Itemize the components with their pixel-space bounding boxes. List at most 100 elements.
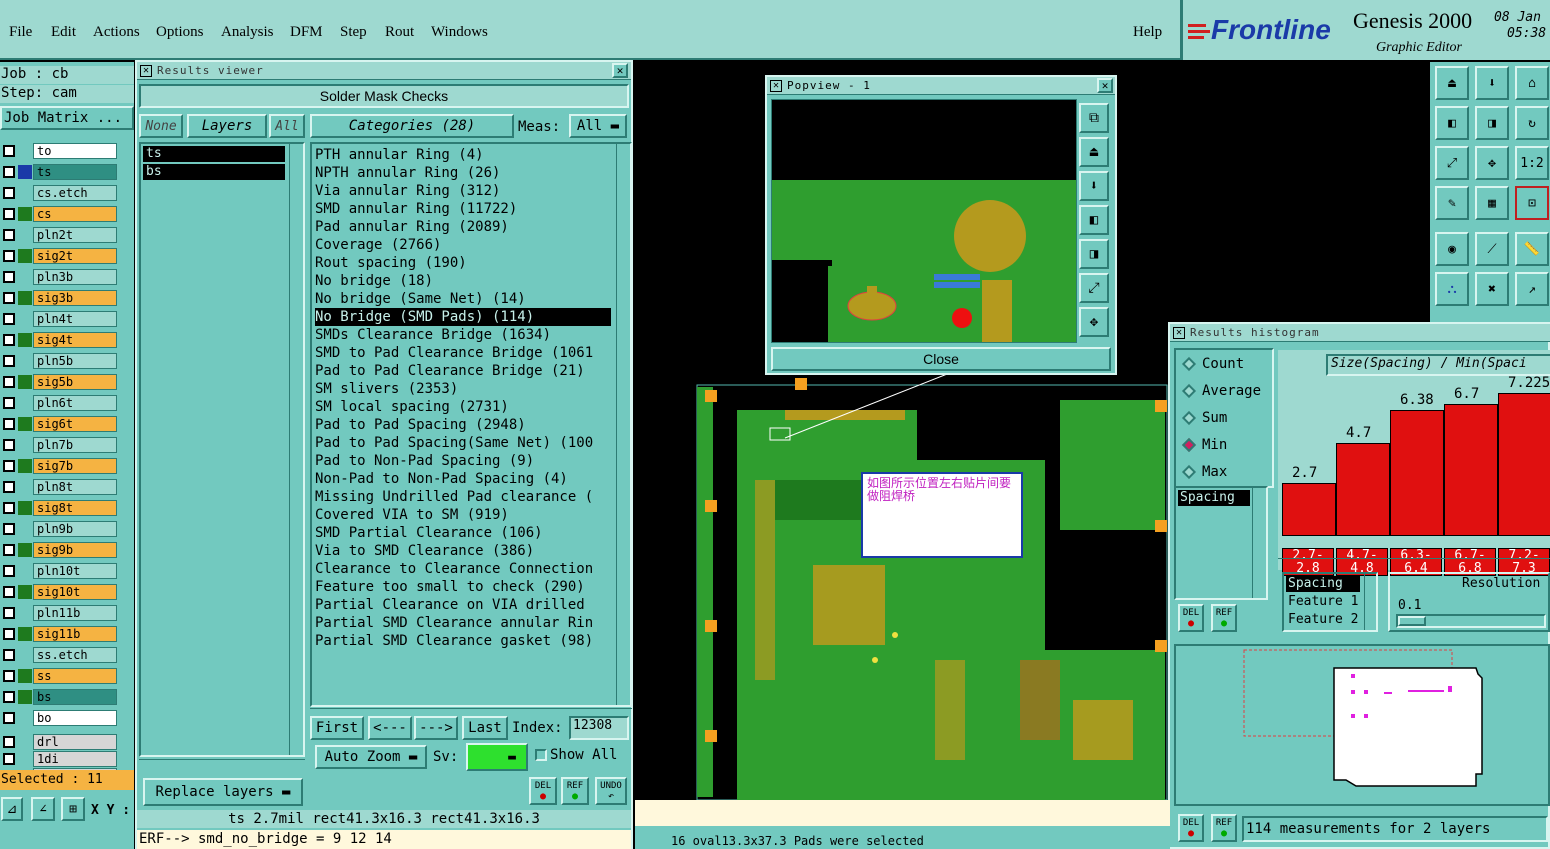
layer-row[interactable]: cs — [0, 205, 134, 223]
window-menu-icon[interactable]: ✕ — [140, 65, 152, 77]
layer-affected-checkbox[interactable] — [3, 649, 15, 661]
measure-list-scrollbar[interactable] — [1364, 574, 1376, 630]
category-item[interactable]: Coverage (2766) — [315, 236, 611, 254]
grid-icon[interactable]: ▦ — [1475, 186, 1509, 220]
grid-snap-icon[interactable]: ⊞ — [61, 797, 85, 821]
overview-del-button[interactable]: DEL ● — [1178, 814, 1204, 842]
layer-color-swatch[interactable] — [18, 144, 32, 158]
layer-name[interactable]: pln2t — [33, 227, 117, 243]
results-viewer-close-icon[interactable]: ✕ — [612, 63, 628, 78]
window-menu-icon[interactable]: ✕ — [770, 80, 782, 92]
delete-feature-icon[interactable]: ✖ — [1475, 272, 1509, 306]
layer-color-swatch[interactable] — [18, 312, 32, 326]
popview-close-icon[interactable]: ✕ — [1097, 78, 1113, 93]
layer-name[interactable]: pln5b — [33, 353, 117, 369]
measure-list-item[interactable]: Spacing — [1286, 576, 1360, 592]
category-item[interactable]: SMD annular Ring (11722) — [315, 200, 611, 218]
annotation-note[interactable]: 如图所示位置左右贴片间要做阻焊桥 — [861, 472, 1023, 558]
first-button[interactable]: First — [310, 716, 364, 740]
layer-color-swatch[interactable] — [18, 270, 32, 284]
category-list[interactable]: PTH annular Ring (4) NPTH annular Ring (2… — [310, 142, 632, 707]
layer-row[interactable]: 1di — [0, 750, 134, 768]
menu-options[interactable]: Options — [156, 24, 204, 41]
category-item[interactable]: Partial Clearance on VIA drilled — [315, 596, 611, 614]
histogram-ref-button[interactable]: REF ● — [1211, 604, 1237, 632]
layer-color-swatch[interactable] — [18, 669, 32, 683]
layer-color-swatch[interactable] — [18, 585, 32, 599]
job-matrix-button[interactable]: Job Matrix ... — [0, 106, 134, 130]
layer-color-swatch[interactable] — [18, 375, 32, 389]
category-item[interactable]: SMDs Clearance Bridge (1634) — [315, 326, 611, 344]
category-item[interactable]: Feature too small to check (290) — [315, 578, 611, 596]
menu-step[interactable]: Step — [340, 24, 367, 41]
layer-row[interactable]: sig11b — [0, 625, 134, 643]
layer-color-swatch[interactable] — [18, 207, 32, 221]
layer-color-swatch[interactable] — [18, 480, 32, 494]
layer-affected-checkbox[interactable] — [3, 691, 15, 703]
layer-affected-checkbox[interactable] — [3, 481, 15, 493]
layer-affected-checkbox[interactable] — [3, 418, 15, 430]
layer-row[interactable]: ss — [0, 667, 134, 685]
menu-dfm[interactable]: DFM — [290, 24, 323, 41]
layer-color-swatch[interactable] — [18, 752, 32, 766]
layer-affected-checkbox[interactable] — [3, 313, 15, 325]
layer-name[interactable]: sig9b — [33, 542, 117, 558]
layer-row[interactable]: sig2t — [0, 247, 134, 265]
field-list-item[interactable]: Spacing — [1178, 490, 1250, 506]
layer-row[interactable]: pln4t — [0, 310, 134, 328]
layer-list-scrollbar[interactable] — [289, 144, 301, 755]
pan-down-icon[interactable]: ⬇ — [1079, 171, 1109, 201]
layer-affected-checkbox[interactable] — [3, 208, 15, 220]
field-list-scrollbar[interactable] — [1252, 488, 1264, 598]
category-item[interactable]: Rout spacing (190) — [315, 254, 611, 272]
category-item[interactable]: NPTH annular Ring (26) — [315, 164, 611, 182]
layer-name[interactable]: pln3b — [33, 269, 117, 285]
histogram-bar[interactable] — [1282, 482, 1336, 536]
layer-name[interactable]: ss — [33, 668, 117, 684]
angle-icon[interactable]: ∠ — [31, 797, 55, 821]
pan-left-icon[interactable]: ◧ — [1435, 106, 1469, 140]
layer-affected-checkbox[interactable] — [3, 145, 15, 157]
resolution-slider[interactable] — [1396, 614, 1546, 628]
layer-name[interactable]: 1di — [33, 751, 117, 767]
replace-layers-dropdown[interactable]: Replace layers ▬ — [143, 778, 303, 806]
layer-color-swatch[interactable] — [18, 735, 32, 749]
undo-button[interactable]: UNDO ↶ — [595, 777, 627, 805]
layer-name[interactable]: pln4t — [33, 311, 117, 327]
pan-right-icon[interactable]: ◨ — [1475, 106, 1509, 140]
layer-row[interactable]: pln8t — [0, 478, 134, 496]
layer-row[interactable]: ss.etch — [0, 646, 134, 664]
zoom-window-icon[interactable]: ⧉ — [1079, 103, 1109, 133]
layer-name[interactable]: sig2t — [33, 248, 117, 264]
slider-handle[interactable] — [1398, 616, 1426, 626]
layer-affected-checkbox[interactable] — [3, 187, 15, 199]
layer-color-swatch[interactable] — [18, 291, 32, 305]
category-item[interactable]: No bridge (Same Net) (14) — [315, 290, 611, 308]
next-button[interactable]: ---> — [414, 716, 458, 740]
auto-zoom-dropdown[interactable]: Auto Zoom ▬ — [315, 745, 427, 769]
layer-name[interactable]: drl — [33, 734, 117, 750]
histogram-bar[interactable] — [1390, 409, 1444, 536]
ref-button[interactable]: REF ● — [561, 777, 589, 805]
measure-list[interactable]: Spacing Feature 1 Feature 2 — [1282, 572, 1378, 632]
all-layers-button[interactable]: All — [269, 114, 305, 138]
menu-edit[interactable]: Edit — [51, 24, 76, 41]
zoom-out-icon[interactable]: ✥ — [1079, 307, 1109, 337]
draw-line-icon[interactable]: ⟋ — [1475, 232, 1509, 266]
overview-ref-button[interactable]: REF ● — [1211, 814, 1237, 842]
layer-name[interactable]: bo — [33, 710, 117, 726]
prev-button[interactable]: <--- — [368, 716, 412, 740]
histogram-del-button[interactable]: DEL ● — [1178, 604, 1204, 632]
layer-color-swatch[interactable] — [18, 648, 32, 662]
layer-list-item[interactable]: ts — [143, 146, 285, 162]
option-sum[interactable]: Sum — [1181, 410, 1227, 426]
category-item[interactable]: No Bridge (SMD Pads) (114) — [315, 308, 611, 326]
menu-file[interactable]: File — [9, 24, 32, 41]
measure-list-item[interactable]: Feature 1 — [1286, 594, 1358, 609]
layer-name[interactable]: ss.etch — [33, 647, 117, 663]
add-pad-icon[interactable]: ◉ — [1435, 232, 1469, 266]
layer-color-swatch[interactable] — [18, 522, 32, 536]
layer-name[interactable]: sig11b — [33, 626, 117, 642]
popview-close-button[interactable]: Close — [771, 347, 1111, 371]
layer-list[interactable]: ts bs — [139, 142, 305, 757]
